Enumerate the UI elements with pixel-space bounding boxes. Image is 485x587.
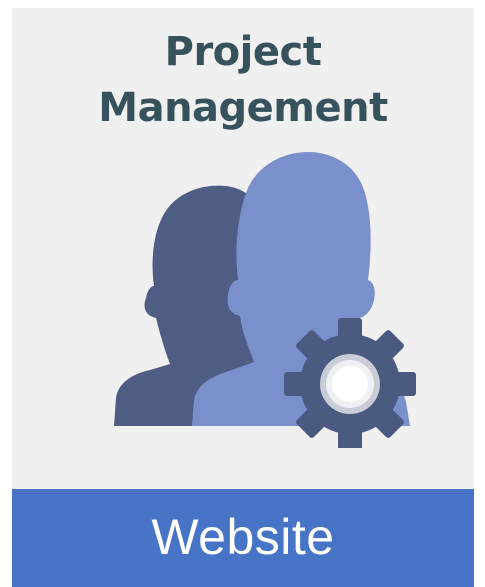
users-with-gear-icon — [114, 152, 416, 448]
tile-title: Project Management — [12, 24, 474, 136]
title-line-2: Management — [98, 85, 388, 131]
website-button-label: Website — [151, 509, 335, 565]
gear-icon — [284, 318, 416, 448]
project-management-tile[interactable]: Project Management Website — [12, 8, 474, 587]
website-button[interactable]: Website — [12, 489, 474, 587]
title-line-1: Project — [164, 29, 322, 75]
